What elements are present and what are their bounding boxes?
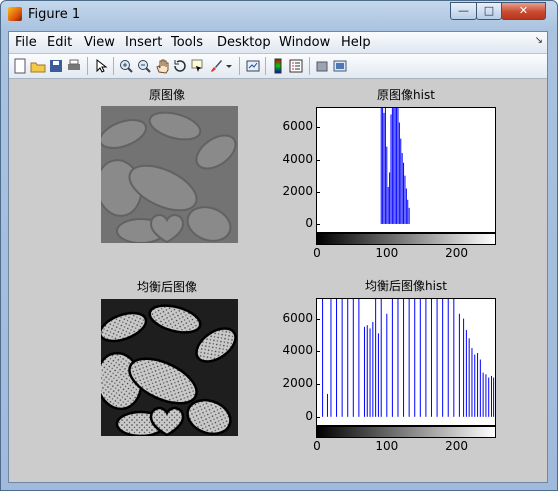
close-button[interactable]: ✕ bbox=[501, 2, 546, 20]
toolbar-separator bbox=[239, 57, 240, 75]
toolbar-separator bbox=[309, 57, 310, 75]
menu-view[interactable]: View bbox=[84, 35, 115, 50]
y-tick-label: 2000 bbox=[282, 183, 313, 198]
matlab-icon bbox=[8, 7, 22, 21]
equalized-hist-title: 均衡后图像hist bbox=[365, 279, 447, 293]
insert-colorbar-icon[interactable] bbox=[270, 58, 286, 74]
chevron-down-icon[interactable] bbox=[224, 58, 234, 74]
link-plot-icon[interactable] bbox=[245, 58, 261, 74]
x-tick-label: 100 bbox=[375, 439, 399, 453]
equalized-image-title: 均衡后图像 bbox=[136, 280, 198, 294]
y-tick-mark bbox=[316, 384, 320, 386]
toolbar-separator bbox=[265, 57, 266, 75]
y-tick-label: 4000 bbox=[282, 151, 313, 166]
menu-tools[interactable]: Tools bbox=[171, 35, 203, 50]
y-tick-mark bbox=[316, 223, 320, 225]
pan-icon[interactable] bbox=[154, 58, 170, 74]
menu-window[interactable]: Window bbox=[279, 35, 330, 50]
y-tick-mark bbox=[316, 159, 320, 161]
hist-axes bbox=[316, 298, 496, 426]
y-tick-mark bbox=[316, 127, 320, 129]
original-image bbox=[101, 106, 238, 243]
gray-colorbar bbox=[316, 426, 496, 438]
original-image-title: 原图像 bbox=[148, 88, 186, 102]
y-tick-mark bbox=[316, 318, 320, 320]
x-tick-label: 0 bbox=[313, 246, 321, 260]
zoom-in-icon[interactable] bbox=[118, 58, 134, 74]
x-tick-label: 100 bbox=[375, 246, 399, 260]
y-tick-label: 2000 bbox=[282, 376, 313, 391]
minimize-button[interactable]: — bbox=[450, 2, 477, 20]
edit-plot-icon[interactable] bbox=[93, 58, 109, 74]
menu-help[interactable]: Help bbox=[341, 35, 371, 50]
y-tick-mark bbox=[316, 416, 320, 418]
figure-toolbar bbox=[9, 54, 547, 79]
original-hist-title: 原图像hist bbox=[377, 88, 435, 102]
x-tick-label: 200 bbox=[445, 246, 469, 260]
menubar-overflow-icon[interactable]: ↘ bbox=[535, 35, 543, 46]
open-file-icon[interactable] bbox=[30, 58, 46, 74]
x-tick-label: 200 bbox=[445, 439, 469, 453]
y-tick-mark bbox=[316, 191, 320, 193]
window-title: Figure 1 bbox=[28, 7, 81, 22]
maximize-button[interactable]: □ bbox=[476, 2, 502, 20]
title-bar[interactable]: Figure 1 — □ ✕ bbox=[1, 1, 557, 31]
hist-axes bbox=[316, 107, 496, 233]
zoom-out-icon[interactable] bbox=[136, 58, 152, 74]
menu-desktop[interactable]: Desktop bbox=[217, 35, 271, 50]
hist-bars bbox=[322, 299, 495, 417]
toolbar-separator bbox=[113, 57, 114, 75]
y-tick-label: 4000 bbox=[282, 343, 313, 358]
menu-edit[interactable]: Edit bbox=[47, 35, 72, 50]
rotate-3d-icon[interactable] bbox=[172, 58, 188, 74]
y-tick-label: 6000 bbox=[282, 310, 313, 325]
y-tick-label: 6000 bbox=[282, 119, 313, 134]
hide-plot-tools-icon[interactable] bbox=[314, 58, 330, 74]
y-tick-label: 0 bbox=[305, 215, 313, 230]
print-figure-icon[interactable] bbox=[66, 58, 82, 74]
hist-bars bbox=[380, 108, 410, 224]
menu-file[interactable]: File bbox=[15, 35, 37, 50]
figure-window: Figure 1 — □ ✕ File Edit View Insert Too… bbox=[0, 0, 558, 491]
data-cursor-icon[interactable] bbox=[190, 58, 206, 74]
insert-legend-icon[interactable] bbox=[288, 58, 304, 74]
figure-canvas: 原图像 均衡后图像 原图像hist 0 2000 4000 6000 0 100… bbox=[9, 79, 547, 482]
equalized-image bbox=[101, 299, 238, 436]
show-plot-tools-icon[interactable] bbox=[332, 58, 348, 74]
y-tick-mark bbox=[316, 351, 320, 353]
brush-icon[interactable] bbox=[208, 58, 224, 74]
save-figure-icon[interactable] bbox=[48, 58, 64, 74]
menu-bar: File Edit View Insert Tools Desktop Wind… bbox=[9, 32, 547, 54]
menu-insert[interactable]: Insert bbox=[125, 35, 162, 50]
gray-colorbar bbox=[316, 233, 496, 245]
toolbar-separator bbox=[87, 57, 88, 75]
figure-client-area: File Edit View Insert Tools Desktop Wind… bbox=[8, 31, 548, 483]
y-tick-label: 0 bbox=[305, 408, 313, 423]
x-tick-label: 0 bbox=[313, 439, 321, 453]
new-figure-icon[interactable] bbox=[12, 58, 28, 74]
